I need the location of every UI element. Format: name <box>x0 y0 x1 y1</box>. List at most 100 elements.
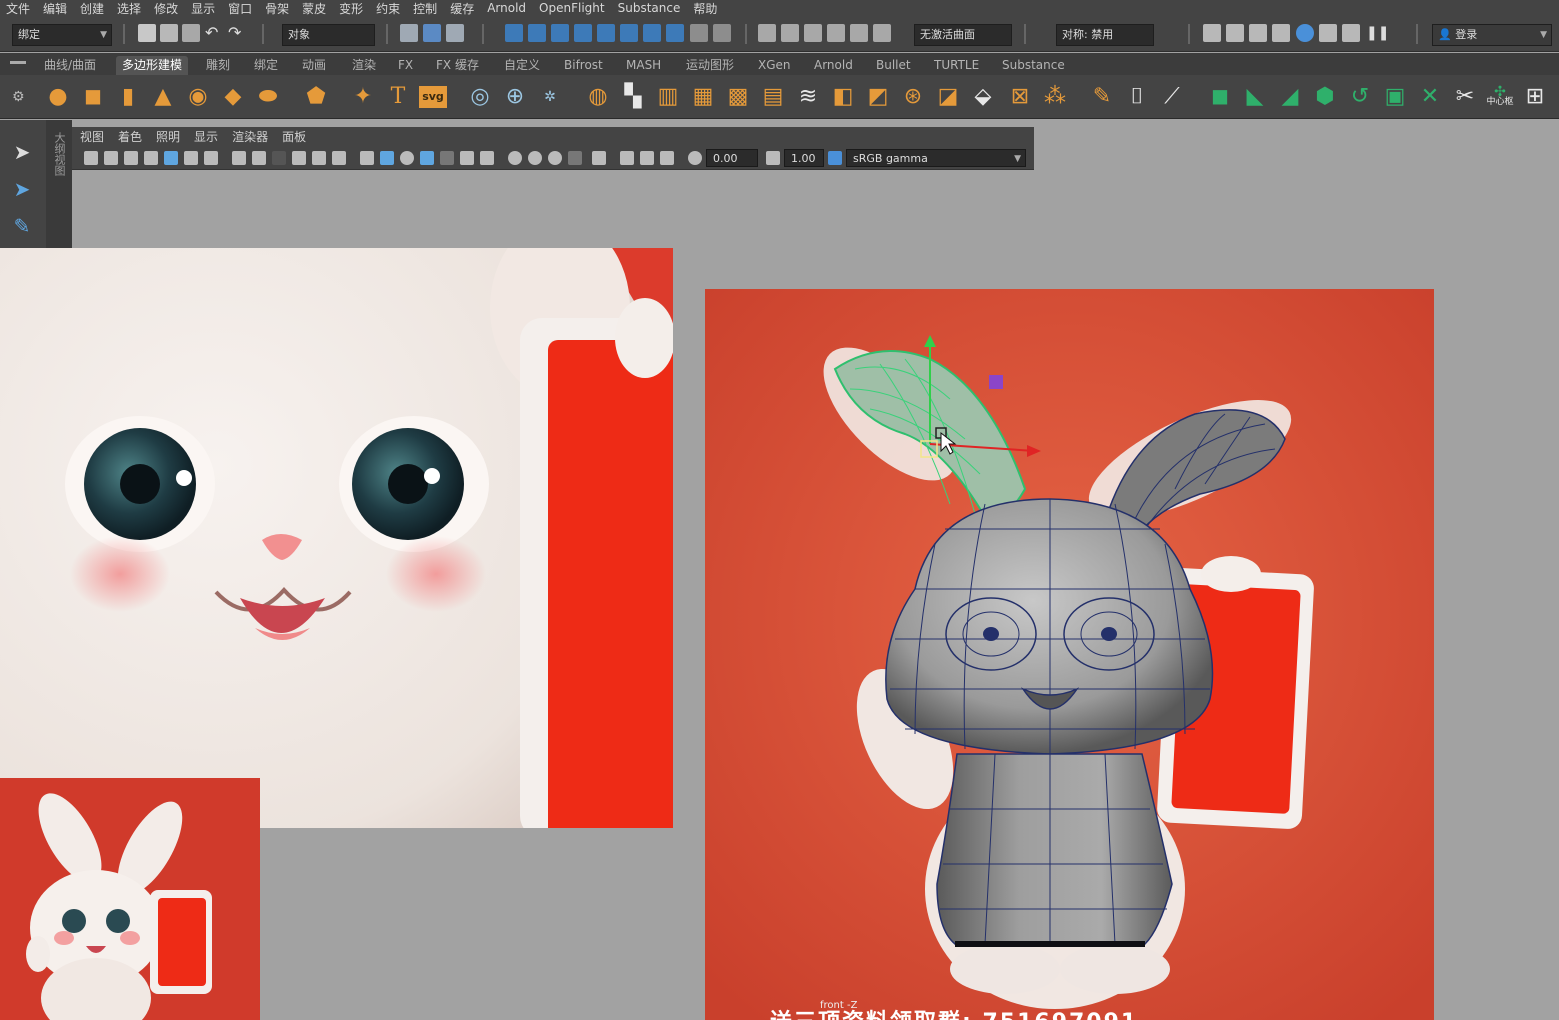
panel-menu-item[interactable]: 显示 <box>194 128 218 145</box>
cylinder-icon[interactable]: ▮ <box>114 83 142 111</box>
shelf-tab[interactable]: Substance <box>996 56 1071 75</box>
select-tool-icon[interactable]: ➤ <box>8 138 36 166</box>
plane-icon[interactable]: ◆ <box>219 83 247 111</box>
camera-icon[interactable]: ◎ <box>466 83 494 111</box>
menu-item[interactable]: 创建 <box>80 0 104 17</box>
smooth-shade-icon[interactable] <box>380 151 394 165</box>
menu-item[interactable]: OpenFlight <box>539 1 605 15</box>
cut-uv-icon[interactable]: ✕ <box>1416 83 1444 111</box>
undo-icon[interactable]: ↶ <box>205 24 223 42</box>
shelf-tab[interactable]: 绑定 <box>248 56 284 75</box>
cone-icon[interactable]: ▲ <box>149 83 177 111</box>
menu-item[interactable]: 变形 <box>339 0 363 17</box>
gamma-icon[interactable] <box>766 151 780 165</box>
login-field[interactable]: 👤 登录 ▼ <box>1432 24 1552 46</box>
snap-projected-center-icon[interactable] <box>574 24 592 42</box>
render-settings-icon[interactable] <box>873 24 891 42</box>
fill-hole-icon[interactable]: ◪ <box>934 83 962 111</box>
separate-icon[interactable]: ▚ <box>619 83 647 111</box>
grease-pencil-icon[interactable] <box>184 151 198 165</box>
smooth-icon[interactable]: ▦ <box>689 83 717 111</box>
cleanup-icon[interactable]: ◧ <box>829 83 857 111</box>
construction-history-icon[interactable] <box>804 24 822 42</box>
render-frame-icon[interactable] <box>1226 24 1244 42</box>
2d-pan-zoom-icon[interactable] <box>164 151 178 165</box>
film-gate-icon[interactable] <box>232 151 246 165</box>
shelf-tab[interactable]: 曲线/曲面 <box>38 56 102 75</box>
shelf-tab[interactable]: MASH <box>620 56 667 75</box>
safe-title-icon[interactable] <box>332 151 346 165</box>
arnold-ipr-icon[interactable] <box>1342 24 1360 42</box>
depth-of-field-icon[interactable] <box>568 151 582 165</box>
uv-icon[interactable]: ◣ <box>1241 83 1269 111</box>
reference-image-with-mesh[interactable] <box>705 289 1434 1020</box>
default-material-icon[interactable] <box>400 151 414 165</box>
select-hierarchy-icon[interactable] <box>400 24 418 42</box>
menu-item[interactable]: 骨架 <box>265 0 289 17</box>
layout-icon[interactable]: ⬢ <box>1311 83 1339 111</box>
menu-item[interactable]: 编辑 <box>43 0 67 17</box>
lights-icon[interactable] <box>460 151 474 165</box>
menuset-select[interactable]: 绑定 ▼ <box>12 24 112 46</box>
shelf-tab[interactable]: 自定义 <box>498 56 546 75</box>
redo-icon[interactable]: ↷ <box>228 24 246 42</box>
gamma-field[interactable]: 1.00 <box>784 149 824 167</box>
triangulate-icon[interactable]: ◩ <box>864 83 892 111</box>
snap-curve-icon[interactable] <box>528 24 546 42</box>
extract-icon[interactable]: ▩ <box>724 83 752 111</box>
input-ops-icon[interactable] <box>758 24 776 42</box>
wireframe-on-shaded-icon[interactable] <box>420 151 434 165</box>
camera-select-icon[interactable] <box>84 151 98 165</box>
bridge-icon[interactable]: ⬙ <box>969 83 997 111</box>
extrude-icon[interactable]: ⊠ <box>1006 83 1034 111</box>
render-view-icon[interactable] <box>1203 24 1221 42</box>
menu-item[interactable]: 缓存 <box>450 0 474 17</box>
xray-joints-icon[interactable] <box>620 151 634 165</box>
menu-item[interactable]: Substance <box>618 1 681 15</box>
sphere-icon[interactable]: ● <box>44 83 72 111</box>
center-pivot-icon[interactable]: ✣ 中心枢 <box>1486 83 1514 111</box>
shelf-tab[interactable]: Bullet <box>870 56 917 75</box>
wireframe-icon[interactable] <box>360 151 374 165</box>
open-scene-icon[interactable] <box>160 24 178 42</box>
shelf-menu-icon[interactable] <box>10 61 26 64</box>
history-icon[interactable] <box>713 24 731 42</box>
menu-item[interactable]: Arnold <box>487 1 526 15</box>
gate-mask-icon[interactable] <box>272 151 286 165</box>
type-icon[interactable]: T <box>384 83 412 111</box>
menu-item[interactable]: 控制 <box>413 0 437 17</box>
star-icon[interactable]: ✦ <box>349 83 377 111</box>
unfold-icon[interactable]: ◢ <box>1276 83 1304 111</box>
make-live-icon[interactable] <box>620 24 638 42</box>
isolate-select-icon[interactable] <box>592 151 606 165</box>
render-current-icon[interactable] <box>827 24 845 42</box>
motion-blur-icon[interactable] <box>528 151 542 165</box>
torus-icon[interactable]: ◉ <box>184 83 212 111</box>
menu-item[interactable]: 显示 <box>191 0 215 17</box>
multicut-icon[interactable]: ⟋ <box>1158 83 1186 111</box>
ipr-render-icon[interactable] <box>850 24 868 42</box>
quadrangulate-icon[interactable]: ⊛ <box>899 83 927 111</box>
menu-item[interactable]: 修改 <box>154 0 178 17</box>
camera-attrs-icon[interactable] <box>104 151 118 165</box>
panel-menu-item[interactable]: 照明 <box>156 128 180 145</box>
snap-view-plane-icon[interactable] <box>597 24 615 42</box>
outliner-strip[interactable]: 大纲视图 <box>46 120 72 250</box>
snap-edge-icon[interactable] <box>643 24 661 42</box>
view-transform-select[interactable]: sRGB gamma ▼ <box>846 149 1026 167</box>
field-chart-icon[interactable] <box>292 151 306 165</box>
shelf-tab[interactable]: 动画 <box>296 56 332 75</box>
menu-item[interactable]: 帮助 <box>693 0 717 17</box>
ipr-icon[interactable] <box>1249 24 1267 42</box>
new-scene-icon[interactable] <box>138 24 156 42</box>
symmetry-field[interactable]: 对称: 禁用 <box>1056 24 1154 46</box>
selection-mode-field[interactable]: 对象 <box>282 24 375 46</box>
shelf-tab[interactable]: 雕刻 <box>200 56 236 75</box>
render-settings-icon-2[interactable] <box>1272 24 1290 42</box>
select-object-icon[interactable] <box>423 24 441 42</box>
snap-question-icon[interactable] <box>666 24 684 42</box>
shelf-tab[interactable]: FX 缓存 <box>430 56 485 75</box>
xray-icon[interactable] <box>440 151 454 165</box>
panel-menu-item[interactable]: 视图 <box>80 128 104 145</box>
snap-point-icon[interactable] <box>551 24 569 42</box>
